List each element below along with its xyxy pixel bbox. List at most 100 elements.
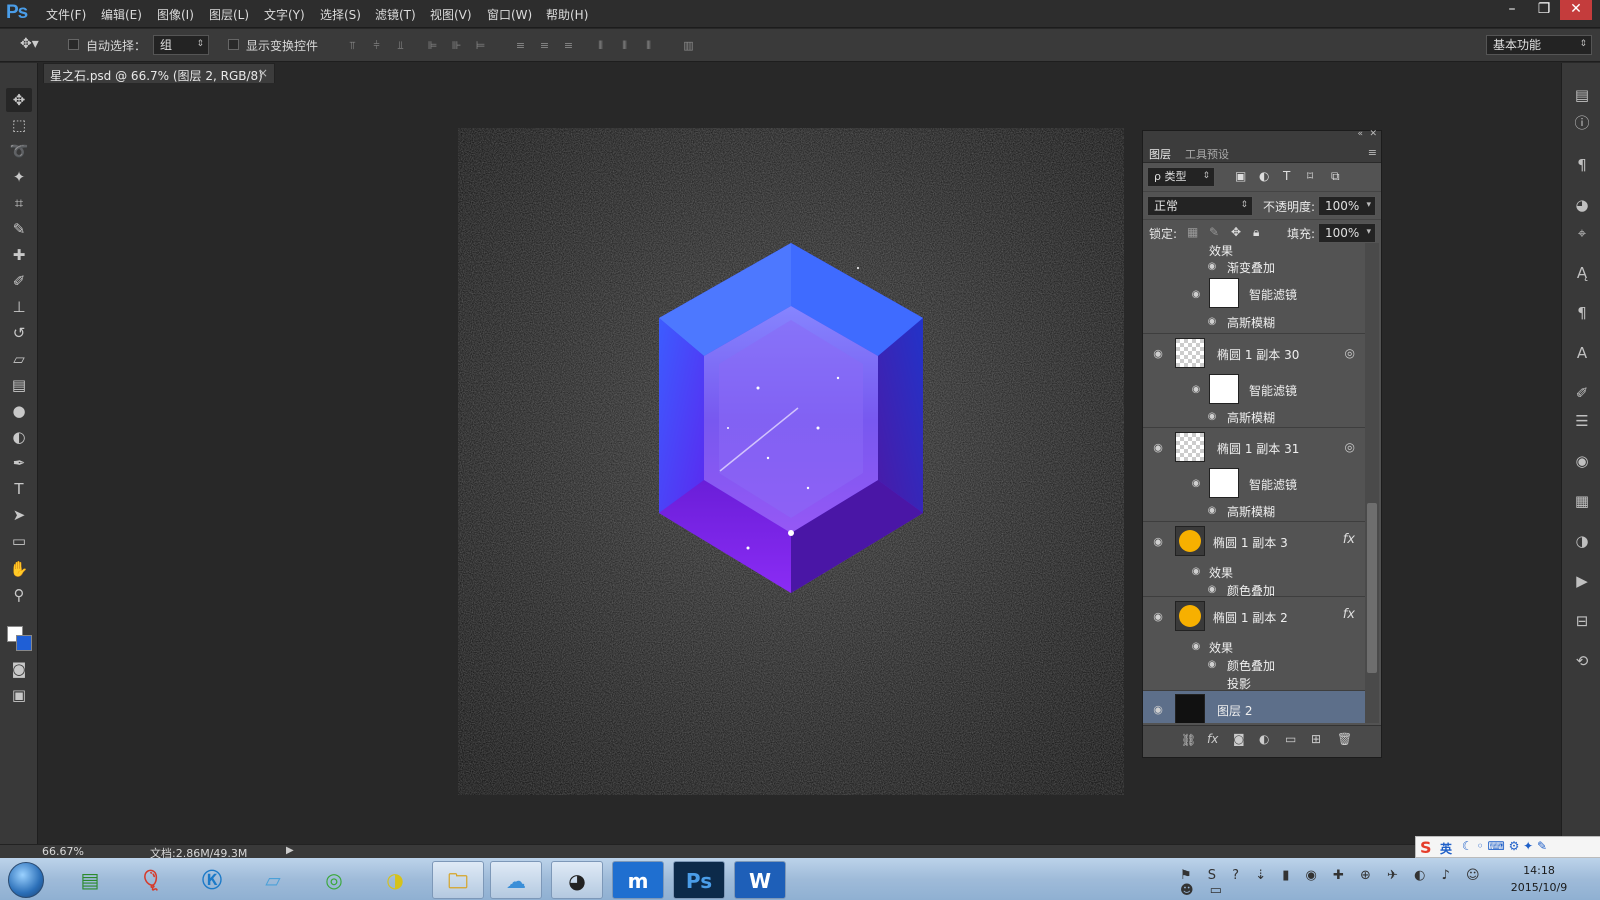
cloud-app-icon[interactable]: ☁ <box>490 861 542 899</box>
ime-language[interactable]: 英 <box>1440 840 1452 857</box>
gradient-tool-icon[interactable]: ▤ <box>6 373 32 397</box>
filter-shape-icon[interactable]: ⌑ <box>1307 169 1313 183</box>
timeline-icon[interactable]: ⟲ <box>1572 651 1592 671</box>
eyedropper-icon[interactable]: ✎ <box>6 217 32 241</box>
navigator-icon[interactable]: ◑ <box>1572 531 1592 551</box>
balloon-app-icon[interactable]: 🎈︎ <box>125 861 177 899</box>
paths-icon[interactable]: ⌖ <box>1572 223 1592 243</box>
layer-ellipse-copy-30[interactable]: ◉ 椭圆 1 副本 30 ◎ ◉ 智能滤镜 ◉ 高斯模糊 <box>1143 333 1365 427</box>
history-brush-icon[interactable]: ↺ <box>6 321 32 345</box>
menu-select[interactable]: 选择(S) <box>320 6 361 23</box>
magic-wand-icon[interactable]: ✦ <box>6 165 32 189</box>
maxthon-app-icon[interactable]: m <box>612 861 664 899</box>
eye-icon[interactable]: ◉ <box>1189 641 1203 653</box>
paragraph-styles-icon[interactable]: ¶ <box>1572 303 1592 323</box>
panel-menu-icon[interactable]: ≡ <box>1368 146 1377 159</box>
move-tool-icon[interactable]: ✥ <box>6 88 32 112</box>
eye-icon[interactable]: ◉ <box>1151 704 1165 716</box>
eye-icon[interactable]: ◉ <box>1205 316 1219 328</box>
rectangle-tool-icon[interactable]: ▭ <box>6 529 32 553</box>
character-icon[interactable]: A <box>1572 343 1592 363</box>
close-tab-icon[interactable]: × <box>258 66 268 80</box>
color-icon[interactable]: ◕ <box>1572 195 1592 215</box>
new-adjustment-icon[interactable]: ◐ <box>1259 732 1269 746</box>
auto-select-checkbox[interactable] <box>68 39 79 50</box>
filter-type-icon[interactable]: T <box>1283 169 1290 183</box>
filter-type-dropdown[interactable]: ρ 类型 ⇕ <box>1147 167 1215 187</box>
kugou-app-icon[interactable]: Ⓚ <box>186 861 238 899</box>
eye-icon[interactable]: ◉ <box>1205 505 1219 517</box>
screen-mode-icon[interactable]: ▣ <box>6 683 32 707</box>
menu-edit[interactable]: 编辑(E) <box>101 6 142 23</box>
explorer-app-icon[interactable]: 🗀︎ <box>432 861 484 899</box>
info-icon[interactable]: ⓘ <box>1572 113 1592 133</box>
word-app-icon[interactable]: W <box>734 861 786 899</box>
filter-adjust-icon[interactable]: ◐ <box>1259 169 1269 183</box>
layer-group-top[interactable]: 效果 ◉ 渐变叠加 ◉ 智能滤镜 ◉ 高斯模糊 <box>1143 245 1365 333</box>
distribute-top-icon[interactable]: ≡ <box>514 39 527 52</box>
layers-scrollbar[interactable] <box>1365 243 1379 723</box>
eye-icon[interactable]: ◉ <box>1205 261 1219 273</box>
new-group-icon[interactable]: ▭ <box>1285 732 1296 746</box>
path-select-icon[interactable]: ➤ <box>6 503 32 527</box>
minimize-button[interactable]: – <box>1496 0 1528 20</box>
add-style-icon[interactable]: fx <box>1207 732 1218 746</box>
brush-presets-icon[interactable]: ✐ <box>1572 383 1592 403</box>
adjustments-icon[interactable]: ☰ <box>1572 411 1592 431</box>
opacity-input[interactable]: 100% ▾ <box>1318 196 1376 216</box>
menu-view[interactable]: 视图(V) <box>430 6 472 23</box>
folder-app-icon[interactable]: ▱ <box>247 861 299 899</box>
browser-app-icon[interactable]: ◎ <box>308 861 360 899</box>
distribute-left-icon[interactable]: ⦀ <box>594 39 607 52</box>
eye-icon[interactable]: ◉ <box>1151 611 1165 623</box>
notepad-app-icon[interactable]: ▤ <box>64 861 116 899</box>
lock-transparent-icon[interactable]: ▦ <box>1187 225 1198 239</box>
document-canvas[interactable] <box>458 128 1124 795</box>
zoom-tool-icon[interactable]: ⚲ <box>6 583 32 607</box>
lock-all-icon[interactable]: 🔒︎ <box>1253 225 1259 240</box>
distribute-bottom-icon[interactable]: ≡ <box>562 39 575 52</box>
menu-layer[interactable]: 图层(L) <box>209 6 249 23</box>
zoom-level[interactable]: 66.67% <box>42 845 84 858</box>
eye-icon[interactable]: ◉ <box>1189 478 1203 490</box>
crop-tool-icon[interactable]: ⌗ <box>6 191 32 215</box>
start-button[interactable] <box>8 862 44 898</box>
menu-window[interactable]: 窗口(W) <box>487 6 532 23</box>
properties-icon[interactable]: ⊟ <box>1572 611 1592 631</box>
tab-tool-presets[interactable]: 工具预设 <box>1185 146 1229 162</box>
blend-mode-dropdown[interactable]: 正常 ⇕ <box>1147 196 1253 216</box>
hand-tool-icon[interactable]: ✋ <box>6 557 32 581</box>
restore-button[interactable]: ❐ <box>1528 0 1560 20</box>
auto-select-dropdown[interactable]: 组 ⇕ <box>153 35 209 55</box>
swatches-icon[interactable]: ▦ <box>1572 491 1592 511</box>
workspace-dropdown[interactable]: 基本功能 ⇕ <box>1486 35 1592 55</box>
status-menu-arrow-icon[interactable]: ▶ <box>286 845 294 856</box>
type-tool-icon[interactable]: T <box>6 477 32 501</box>
menu-image[interactable]: 图像(I) <box>157 6 194 23</box>
lock-pixels-icon[interactable]: ✎ <box>1209 225 1219 239</box>
distribute-vcenter-icon[interactable]: ≡ <box>538 39 551 52</box>
show-transform-checkbox[interactable] <box>228 39 239 50</box>
photoshop-app-icon[interactable]: Ps <box>673 861 725 899</box>
sogou-icon[interactable]: S <box>1420 838 1432 857</box>
delete-layer-icon[interactable]: 🗑︎ <box>1337 732 1352 746</box>
eraser-icon[interactable]: ▱ <box>6 347 32 371</box>
clock[interactable]: 14:18 2015/10/9 <box>1504 862 1574 896</box>
pen-tool-icon[interactable]: ✒ <box>6 451 32 475</box>
add-mask-icon[interactable]: ◙ <box>1233 732 1245 746</box>
menu-filter[interactable]: 滤镜(T) <box>375 6 416 23</box>
dodge-tool-icon[interactable]: ◐ <box>6 425 32 449</box>
styles-icon[interactable]: ◉ <box>1572 451 1592 471</box>
fx-icon[interactable]: fx <box>1343 607 1355 622</box>
marquee-tool-icon[interactable]: ⬚ <box>6 113 32 137</box>
distribute-right-icon[interactable]: ⦀ <box>642 39 655 52</box>
link-layers-icon[interactable]: ⛓ <box>1181 733 1196 747</box>
fx-icon[interactable]: fx <box>1343 532 1355 547</box>
layer-ellipse-copy-2[interactable]: ◉ 椭圆 1 副本 2 fx ◉ 效果 ◉ 颜色叠加 投影 <box>1143 596 1365 691</box>
clone-stamp-icon[interactable]: ⊥ <box>6 295 32 319</box>
align-right-icon[interactable]: ⊨ <box>474 39 487 52</box>
menu-type[interactable]: 文字(Y) <box>264 6 305 23</box>
eye-icon[interactable]: ◉ <box>1205 584 1219 596</box>
eye-icon[interactable]: ◉ <box>1151 442 1165 454</box>
media-app-icon[interactable]: ◑ <box>369 861 421 899</box>
